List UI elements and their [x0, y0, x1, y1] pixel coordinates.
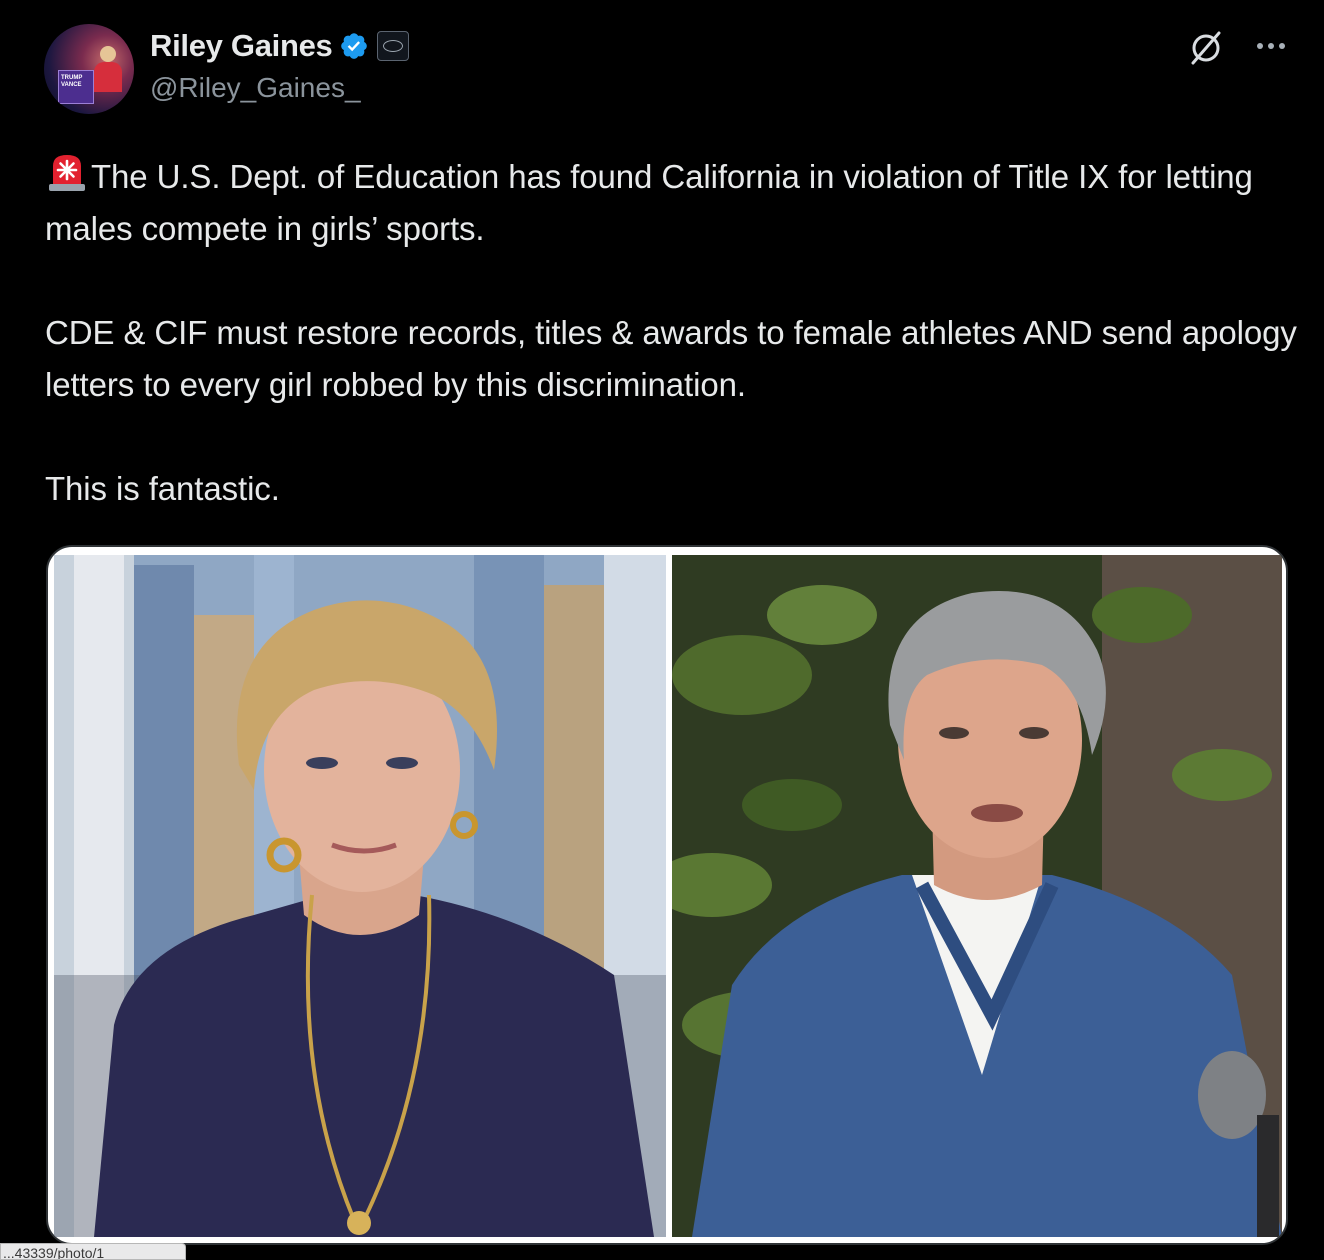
siren-emoji-icon	[49, 155, 85, 191]
author-handle[interactable]: @Riley_Gaines_	[150, 72, 361, 104]
more-options-icon[interactable]	[1254, 34, 1288, 58]
tweet-media[interactable]	[46, 545, 1288, 1245]
avatar-podium: TRUMP VANCE	[58, 70, 94, 104]
status-bar-url: ...43339/photo/1	[0, 1243, 186, 1260]
tweet-text: The U.S. Dept. of Education has found Ca…	[45, 150, 1305, 515]
tweet-paragraph-3: This is fantastic.	[45, 470, 280, 507]
affiliate-badge-icon[interactable]	[376, 31, 409, 61]
avatar-person-head	[100, 46, 116, 62]
tweet: TRUMP VANCE Riley Gaines @Riley_Gaines_ …	[0, 0, 1324, 1260]
author-name-row: Riley Gaines	[150, 28, 409, 64]
avatar-podium-text: TRUMP VANCE	[61, 75, 83, 88]
grok-icon[interactable]	[1186, 28, 1226, 68]
tweet-paragraph-2: CDE & CIF must restore records, titles &…	[45, 314, 1297, 403]
right-photo-image	[672, 555, 1282, 1237]
media-photo-left[interactable]	[54, 555, 666, 1237]
left-photo-image	[54, 555, 666, 1237]
media-photo-right[interactable]	[672, 555, 1282, 1237]
verified-badge-icon[interactable]	[339, 31, 369, 61]
tweet-paragraph-1-text: The U.S. Dept. of Education has found Ca…	[45, 158, 1253, 247]
avatar-person-body	[94, 62, 122, 92]
author-display-name[interactable]: Riley Gaines	[150, 28, 333, 64]
author-avatar[interactable]: TRUMP VANCE	[44, 24, 134, 114]
tweet-paragraph-1: The U.S. Dept. of Education has found Ca…	[45, 150, 1305, 255]
